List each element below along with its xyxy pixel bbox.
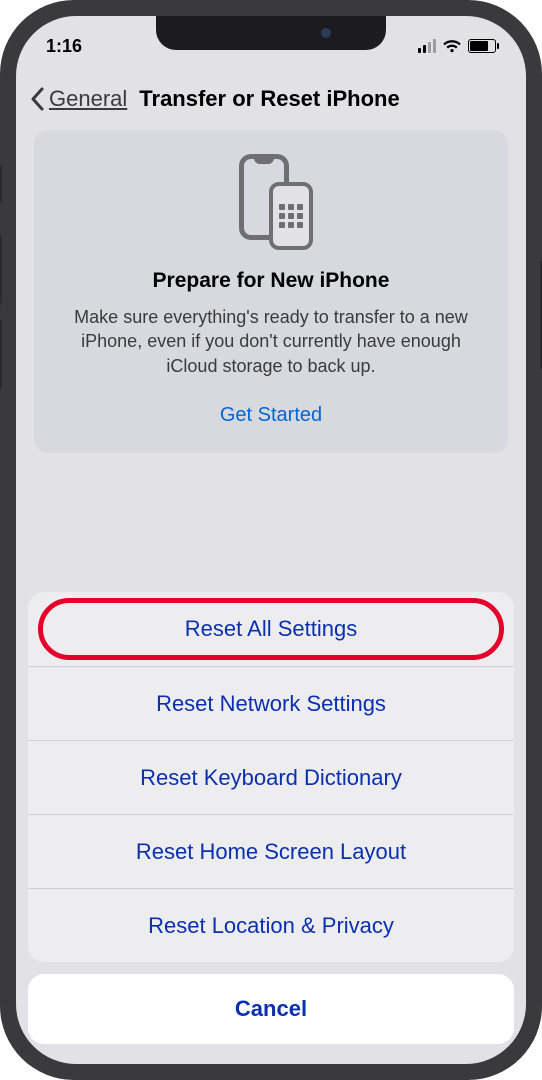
prepare-card: Prepare for New iPhone Make sure everyth… — [34, 130, 508, 453]
reset-home-screen-layout-button[interactable]: Reset Home Screen Layout — [28, 814, 514, 888]
page-title: Transfer or Reset iPhone — [139, 86, 399, 112]
mute-switch — [0, 165, 2, 203]
reset-location-privacy-button[interactable]: Reset Location & Privacy — [28, 888, 514, 962]
status-indicators — [418, 39, 496, 53]
sheet-item-label: Reset All Settings — [185, 616, 357, 642]
volume-up-button — [0, 235, 2, 305]
reset-option-group: Reset All Settings Reset Network Setting… — [28, 592, 514, 962]
status-time: 1:16 — [46, 36, 82, 57]
card-title: Prepare for New iPhone — [58, 269, 484, 293]
cancel-button[interactable]: Cancel — [28, 974, 514, 1044]
screen: 1:16 General Transfer or Reset iPhone — [16, 16, 526, 1064]
battery-icon — [468, 39, 496, 53]
sheet-item-label: Reset Keyboard Dictionary — [140, 765, 402, 791]
reset-keyboard-dictionary-button[interactable]: Reset Keyboard Dictionary — [28, 740, 514, 814]
reset-action-sheet: Reset All Settings Reset Network Setting… — [16, 592, 526, 1064]
reset-all-settings-button[interactable]: Reset All Settings — [28, 592, 514, 666]
sheet-item-label: Reset Location & Privacy — [148, 913, 394, 939]
device-illustration-icon — [229, 154, 313, 250]
nav-bar: General Transfer or Reset iPhone — [16, 64, 526, 130]
chevron-left-icon — [30, 87, 45, 111]
card-description: Make sure everything's ready to transfer… — [58, 305, 484, 378]
get-started-button[interactable]: Get Started — [58, 404, 484, 427]
volume-down-button — [0, 320, 2, 390]
device-frame: 1:16 General Transfer or Reset iPhone — [0, 0, 542, 1080]
wifi-icon — [442, 39, 462, 53]
cancel-label: Cancel — [235, 996, 307, 1022]
sheet-item-label: Reset Home Screen Layout — [136, 839, 406, 865]
back-label: General — [49, 86, 127, 112]
notch — [156, 16, 386, 50]
reset-network-settings-button[interactable]: Reset Network Settings — [28, 666, 514, 740]
sheet-item-label: Reset Network Settings — [156, 691, 386, 717]
back-button[interactable]: General — [30, 86, 127, 112]
cellular-signal-icon — [418, 39, 436, 53]
